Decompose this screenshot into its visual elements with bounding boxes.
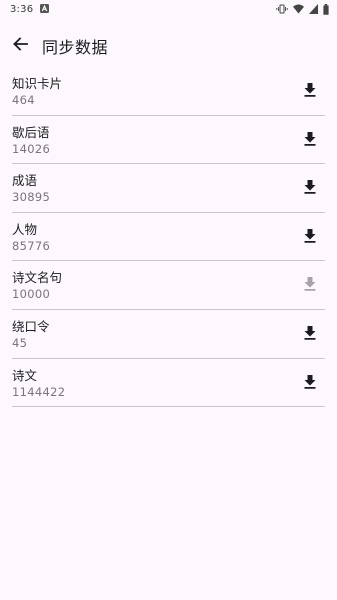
item-count: 85776 (12, 238, 51, 253)
item-count: 1144422 (12, 384, 66, 399)
list-item[interactable]: 绕口令 45 (12, 310, 325, 359)
list-item[interactable]: 成语 30895 (12, 164, 325, 213)
download-icon (304, 325, 316, 340)
status-icons (276, 3, 329, 15)
back-button[interactable] (6, 30, 34, 58)
list-item[interactable]: 人物 85776 (12, 213, 325, 262)
item-name: 诗文名句 (12, 270, 63, 286)
signal-icon (309, 4, 318, 14)
download-icon (304, 228, 316, 243)
item-name: 诗文 (12, 367, 38, 383)
download-icon (304, 131, 316, 146)
download-button[interactable] (299, 225, 321, 247)
item-count: 464 (12, 93, 35, 107)
download-icon (304, 83, 316, 97)
item-count: 10000 (12, 287, 51, 302)
notification-a-icon (40, 4, 49, 13)
download-button-disabled[interactable] (299, 273, 321, 295)
sync-data-list: 知识卡片 464 歇后语 14026 成语 30895 人物 85776 诗文名… (12, 67, 325, 408)
list-item[interactable]: 诗文 1144422 (12, 359, 325, 408)
item-count: 14026 (12, 141, 51, 156)
list-item[interactable]: 知识卡片 464 (12, 67, 325, 116)
wifi-icon (293, 4, 304, 14)
status-time: 3:36 (10, 4, 34, 15)
download-button[interactable] (299, 79, 321, 101)
download-icon (304, 277, 316, 292)
item-name: 成语 (12, 173, 38, 189)
item-count: 30895 (12, 190, 51, 205)
download-button[interactable] (299, 322, 321, 344)
item-count: 45 (12, 335, 28, 350)
download-icon (304, 374, 316, 389)
page-title: 同步数据 (42, 38, 109, 57)
vibrate-icon (276, 4, 288, 14)
item-name: 人物 (12, 221, 38, 237)
item-name: 知识卡片 (12, 76, 63, 91)
download-button[interactable] (299, 176, 321, 198)
battery-icon (323, 3, 329, 15)
app-bar: 同步数据 (0, 20, 337, 66)
item-name: 歇后语 (12, 124, 50, 140)
download-button[interactable] (299, 371, 321, 393)
arrow-back-icon (13, 37, 28, 51)
download-icon (304, 180, 316, 194)
list-item[interactable]: 歇后语 14026 (12, 116, 325, 165)
download-button[interactable] (299, 128, 321, 150)
item-name: 绕口令 (12, 318, 50, 334)
status-bar: 3:36 (0, 0, 337, 20)
list-item[interactable]: 诗文名句 10000 (12, 261, 325, 310)
